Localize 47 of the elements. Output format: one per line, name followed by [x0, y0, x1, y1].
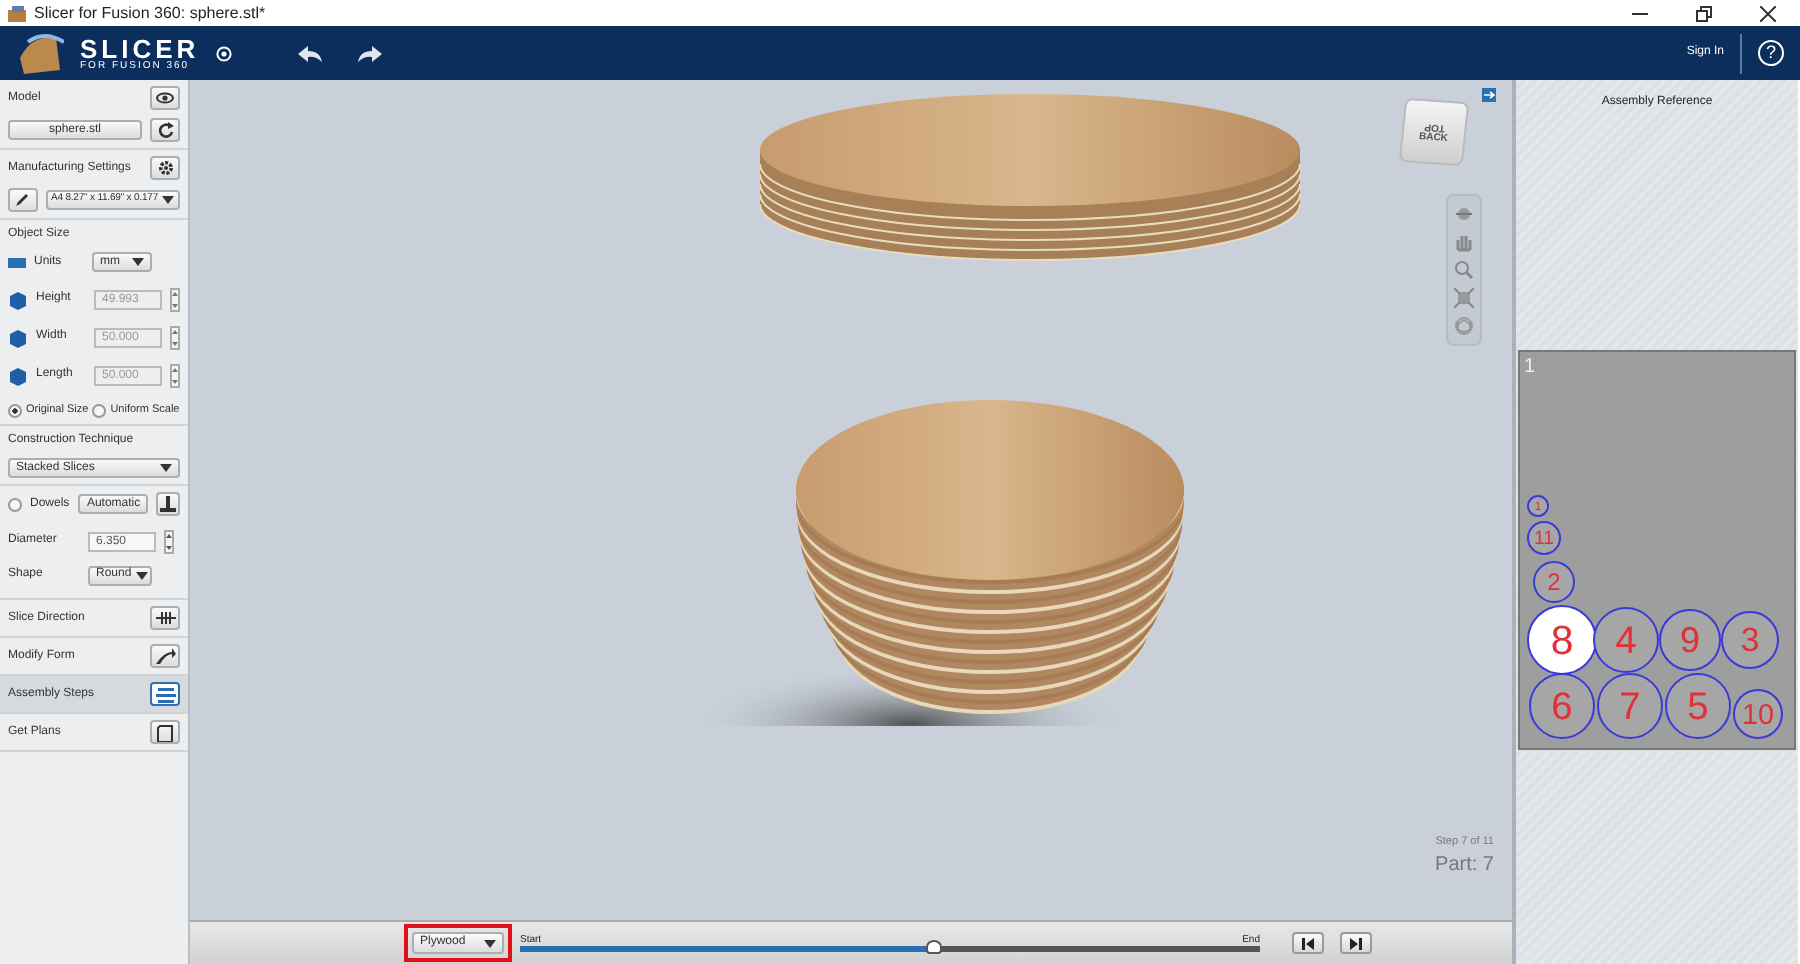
- modify-form-icon: [155, 647, 175, 666]
- help-button[interactable]: ?: [1758, 40, 1784, 66]
- next-step-button[interactable]: [1340, 932, 1372, 954]
- sheet-number: 1: [1524, 354, 1536, 382]
- skip-forward-icon: [1350, 937, 1362, 949]
- close-icon[interactable]: [1760, 5, 1776, 21]
- radio-button[interactable]: [8, 497, 22, 512]
- dowel-button[interactable]: [156, 492, 180, 517]
- slice-direction-icon: [155, 609, 175, 628]
- visibility-button[interactable]: [150, 86, 180, 110]
- stepper-icon[interactable]: [170, 287, 180, 311]
- window-title: Slicer for Fusion 360: sphere.stl*: [34, 1, 266, 25]
- caret-icon: [132, 258, 144, 266]
- stepper-icon[interactable]: [164, 529, 174, 554]
- eye-icon: [156, 92, 174, 104]
- dowel-icon: [160, 496, 177, 513]
- stack-icon: [155, 685, 175, 704]
- slice-piece[interactable]: 8: [1527, 605, 1597, 675]
- undo-icon[interactable]: [295, 43, 324, 63]
- stepper-icon[interactable]: [170, 363, 180, 387]
- edit-button[interactable]: [8, 188, 37, 212]
- refresh-icon: [157, 122, 173, 138]
- skip-back-icon: [1302, 937, 1314, 949]
- settings-icon: [157, 160, 173, 176]
- caret-icon: [484, 939, 496, 947]
- target-icon[interactable]: [215, 45, 232, 61]
- app-icon: [8, 5, 26, 21]
- refresh-button[interactable]: [150, 118, 180, 142]
- caret-icon: [162, 196, 174, 204]
- caret-icon: [160, 464, 172, 473]
- orbit-icon[interactable]: [1454, 204, 1474, 224]
- logo-icon: [16, 29, 64, 77]
- restore-icon[interactable]: [1696, 5, 1712, 21]
- settings-button[interactable]: [150, 156, 180, 180]
- step-slider[interactable]: [520, 945, 1260, 951]
- app-name: SLICER: [80, 35, 200, 61]
- radio-button[interactable]: [8, 403, 22, 418]
- pencil-icon: [14, 192, 31, 208]
- collapse-panel-icon[interactable]: [1482, 88, 1496, 102]
- slider-thumb[interactable]: [926, 939, 943, 953]
- caret-icon: [135, 571, 148, 580]
- part-label: Part: 7: [1435, 852, 1494, 880]
- redo-icon[interactable]: [355, 43, 384, 63]
- radio-button[interactable]: [92, 403, 107, 418]
- previous-step-button[interactable]: [1292, 932, 1324, 954]
- document-icon: [155, 723, 175, 742]
- stepper-icon[interactable]: [170, 325, 180, 349]
